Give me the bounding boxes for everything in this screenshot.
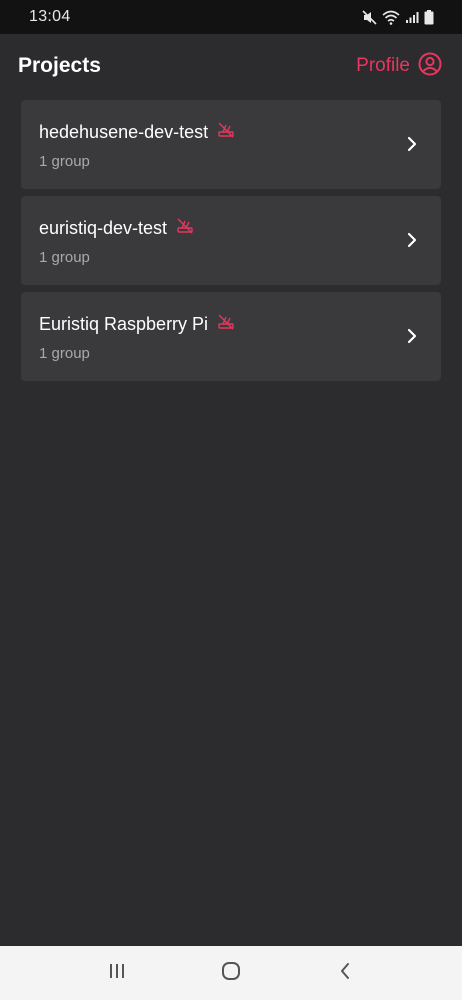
status-bar: 13:04 xyxy=(0,0,462,34)
project-card[interactable]: Euristiq Raspberry Pi 1 group xyxy=(21,292,441,381)
app-screen: 13:04 Projects Profile hedehusene-dev-te… xyxy=(0,0,462,1000)
project-name: Euristiq Raspberry Pi xyxy=(39,313,209,334)
project-name: hedehusene-dev-test xyxy=(39,121,209,142)
mute-icon xyxy=(362,9,377,25)
project-card[interactable]: hedehusene-dev-test 1 group xyxy=(21,100,441,189)
offline-router-icon xyxy=(176,218,194,239)
project-group-count: 1 group xyxy=(39,345,90,362)
offline-router-icon xyxy=(217,314,235,335)
system-nav-bar xyxy=(0,946,462,1000)
project-name-row: hedehusene-dev-test xyxy=(39,120,423,144)
home-button[interactable] xyxy=(211,953,251,993)
status-icons xyxy=(362,9,434,25)
project-card[interactable]: euristiq-dev-test 1 group xyxy=(21,196,441,285)
recent-apps-button[interactable] xyxy=(97,953,137,993)
project-group-count: 1 group xyxy=(39,249,90,266)
wifi-icon xyxy=(382,10,400,25)
home-icon xyxy=(220,960,242,987)
project-list: hedehusene-dev-test 1 group euristiq-dev… xyxy=(21,100,441,388)
recent-apps-icon xyxy=(107,962,127,985)
user-circle-icon xyxy=(418,52,442,81)
project-name-row: Euristiq Raspberry Pi xyxy=(39,312,423,336)
chevron-right-icon xyxy=(407,136,417,157)
chevron-right-icon xyxy=(407,328,417,349)
project-group-count: 1 group xyxy=(39,153,90,170)
page-title: Projects xyxy=(18,54,101,77)
profile-button[interactable]: Profile xyxy=(356,52,442,81)
battery-icon xyxy=(424,9,434,25)
signal-icon xyxy=(405,10,419,24)
back-icon xyxy=(338,961,352,986)
chevron-right-icon xyxy=(407,232,417,253)
app-header: Projects Profile xyxy=(0,34,462,98)
offline-router-icon xyxy=(217,122,235,143)
profile-label: Profile xyxy=(356,55,410,76)
project-name: euristiq-dev-test xyxy=(39,217,168,238)
project-name-row: euristiq-dev-test xyxy=(39,216,423,240)
back-button[interactable] xyxy=(325,953,365,993)
status-time: 13:04 xyxy=(29,8,71,25)
